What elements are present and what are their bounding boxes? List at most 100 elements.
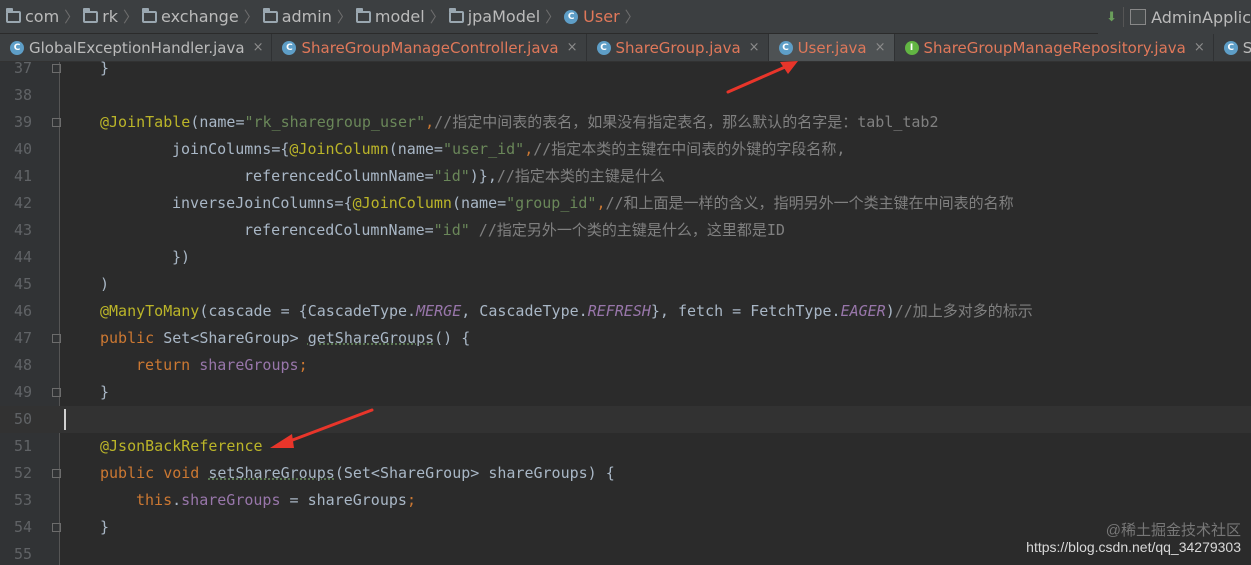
comment: //和上面是一样的含义，指明另外一个类主键在中间表的名称 xyxy=(605,194,1014,212)
sort-arrows-icon[interactable]: ⬇ xyxy=(1106,10,1117,25)
class-icon: C xyxy=(564,9,579,24)
breadcrumb-label: com xyxy=(25,7,60,26)
chevron-right-icon: 〉 xyxy=(243,8,259,26)
run-configuration-selector[interactable]: AdminApplic xyxy=(1130,8,1251,27)
annotation: @JoinTable xyxy=(100,113,191,131)
tab-label: ShareGroup.java xyxy=(615,38,741,57)
brace: } xyxy=(100,59,110,77)
application-icon xyxy=(1130,9,1147,25)
tab-label: Sy xyxy=(1243,39,1251,57)
comment: //指定本类的主键是什么 xyxy=(496,167,665,185)
string-literal: "user_id" xyxy=(442,140,525,158)
folder-icon xyxy=(142,7,158,23)
breadcrumb-item-rk[interactable]: rk 〉 xyxy=(83,6,138,27)
keyword: public xyxy=(100,329,155,347)
breadcrumb-item-com[interactable]: com 〉 xyxy=(6,6,79,27)
line-number: 55 xyxy=(13,545,32,563)
string-literal: "id" xyxy=(433,167,470,185)
code-line: 52 public void setShareGroups(Set<ShareG… xyxy=(0,460,1251,487)
code-token: ; xyxy=(298,356,308,374)
code-token: (cascade = {CascadeType. xyxy=(199,302,417,320)
close-icon[interactable]: × xyxy=(253,40,264,55)
watermark-url: https://blog.csdn.net/qq_34279303 xyxy=(1026,539,1241,555)
code-token: (name= xyxy=(190,113,245,131)
line-number: 44 xyxy=(13,248,32,266)
folder-icon xyxy=(83,7,99,23)
interface-icon: I xyxy=(904,40,919,55)
enum-constant: EAGER xyxy=(840,302,886,320)
code-token: )}, xyxy=(469,167,497,185)
code-token: }, fetch = FetchType. xyxy=(650,302,841,320)
breadcrumb-item-user[interactable]: C User 〉 xyxy=(564,6,640,27)
fold-marker-icon[interactable] xyxy=(52,388,61,397)
code-token: referencedColumnName= xyxy=(244,167,434,185)
line-number: 46 xyxy=(13,302,32,320)
chevron-right-icon: 〉 xyxy=(64,8,80,26)
code-editor[interactable]: 37 } 38 39 @JoinTable(name="rk_sharegrou… xyxy=(0,59,1251,565)
annotation: @ManyToMany xyxy=(100,302,200,320)
folder-icon xyxy=(355,7,371,23)
fold-marker-icon[interactable] xyxy=(52,118,61,127)
folder-icon xyxy=(6,7,21,23)
code-token: = shareGroups xyxy=(280,491,407,509)
class-icon: C xyxy=(596,40,611,55)
code-token: }) xyxy=(172,248,191,266)
code-text: ) xyxy=(100,271,109,298)
fold-marker-icon[interactable] xyxy=(52,469,61,478)
line-number: 53 xyxy=(13,491,32,509)
line-number: 48 xyxy=(13,356,32,374)
code-token: (Set<ShareGroup> shareGroups) { xyxy=(334,464,615,482)
code-token: (name= xyxy=(451,194,507,212)
code-text: referencedColumnName="id")},//指定本类的主键是什么 xyxy=(244,163,665,190)
tab-label: ShareGroupManageRepository.java xyxy=(923,38,1186,57)
code-text: joinColumns={@JoinColumn(name="user_id",… xyxy=(172,136,845,163)
code-token: Set<ShareGroup> xyxy=(154,329,308,347)
code-line: 46 @ManyToMany(cascade = {CascadeType.ME… xyxy=(0,298,1251,325)
fold-marker-icon[interactable] xyxy=(52,523,61,532)
breadcrumb-item-exchange[interactable]: exchange 〉 xyxy=(142,6,259,27)
line-number: 54 xyxy=(13,518,32,536)
breadcrumb-label: model xyxy=(374,7,425,26)
tab-label: GlobalExceptionHandler.java xyxy=(29,38,245,57)
line-number: 41 xyxy=(13,167,32,185)
breadcrumb-item-jpamodel[interactable]: jpaModel 〉 xyxy=(448,6,561,27)
tab-label: ShareGroupManageController.java xyxy=(301,38,559,57)
line-number: 43 xyxy=(13,221,32,239)
chevron-right-icon: 〉 xyxy=(429,8,445,26)
keyword: return xyxy=(136,356,191,374)
code-token: , CascadeType. xyxy=(461,302,588,320)
code-line: 44 }) xyxy=(0,244,1251,271)
code-line: 40 joinColumns={@JoinColumn(name="user_i… xyxy=(0,136,1251,163)
fold-marker-icon[interactable] xyxy=(52,64,61,73)
string-literal: "id" xyxy=(433,221,470,239)
code-text: public Set<ShareGroup> getShareGroups() … xyxy=(100,325,470,352)
code-token: ) xyxy=(885,302,895,320)
code-text: }) xyxy=(172,244,190,271)
close-icon[interactable]: × xyxy=(749,40,760,55)
fold-marker-icon[interactable] xyxy=(52,334,61,343)
code-text: } xyxy=(100,55,109,82)
breadcrumb-item-model[interactable]: model 〉 xyxy=(355,6,445,27)
code-text: @JoinTable(name="rk_sharegroup_user",//指… xyxy=(100,109,939,136)
code-line: 38 xyxy=(0,82,1251,109)
code-line: 47 public Set<ShareGroup> getShareGroups… xyxy=(0,325,1251,352)
keyword: public void xyxy=(100,464,200,482)
code-token: ; xyxy=(406,491,416,509)
close-icon[interactable]: × xyxy=(567,40,578,55)
line-number: 47 xyxy=(13,329,32,347)
line-number: 45 xyxy=(13,275,32,293)
class-icon: C xyxy=(778,40,793,55)
field-name: shareGroups xyxy=(181,491,281,509)
code-token: , xyxy=(596,194,606,212)
line-number: 37 xyxy=(13,59,32,77)
chevron-right-icon: 〉 xyxy=(545,8,561,26)
code-text: this.shareGroups = shareGroups; xyxy=(136,487,416,514)
breadcrumb-item-admin[interactable]: admin 〉 xyxy=(262,6,352,27)
close-icon[interactable]: × xyxy=(875,40,886,55)
code-token: referencedColumnName= xyxy=(244,221,434,239)
close-icon[interactable]: × xyxy=(1194,40,1205,55)
code-line: 45 ) xyxy=(0,271,1251,298)
enum-constant: REFRESH xyxy=(587,302,651,320)
code-text: } xyxy=(100,379,109,406)
comment: //指定中间表的表名，如果没有指定表名，那么默认的名字是：tabl_tab2 xyxy=(434,113,939,131)
